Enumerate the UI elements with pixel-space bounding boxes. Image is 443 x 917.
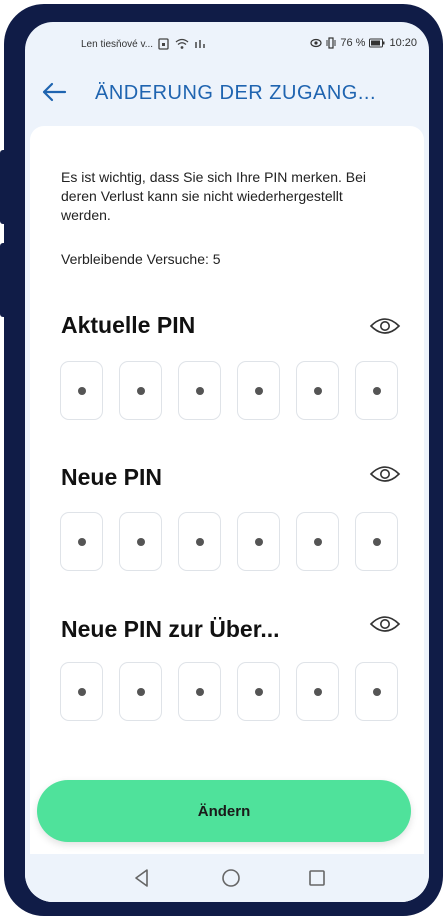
signal-icon: [195, 40, 205, 48]
pin-digit-box[interactable]: [60, 662, 103, 721]
current-pin-inputs: [60, 361, 398, 420]
change-button[interactable]: Ändern: [37, 780, 411, 842]
pin-digit-box[interactable]: [237, 512, 280, 571]
pin-digit-box[interactable]: [237, 361, 280, 420]
pin-dot: [136, 687, 145, 696]
remaining-attempts: Verbleibende Versuche: 5: [61, 251, 221, 267]
pin-dot: [195, 537, 204, 546]
phone-screen: Len tiesňové v... 76 % 10:20 ÄNDERUNG DE…: [25, 22, 429, 902]
pin-digit-box[interactable]: [119, 361, 162, 420]
nav-back-icon[interactable]: [130, 866, 154, 890]
eye-icon[interactable]: [369, 464, 401, 484]
eye-icon[interactable]: [369, 316, 401, 336]
pin-dot: [254, 687, 263, 696]
pin-dot: [313, 537, 322, 546]
pin-digit-box[interactable]: [178, 361, 221, 420]
battery-percent: 76 %: [340, 37, 366, 49]
pin-digit-box[interactable]: [296, 361, 339, 420]
pin-digit-box[interactable]: [60, 512, 103, 571]
status-bar: Len tiesňové v... 76 % 10:20: [25, 22, 429, 62]
nav-home-icon[interactable]: [219, 866, 243, 890]
pin-digit-box[interactable]: [119, 662, 162, 721]
pin-digit-box[interactable]: [355, 361, 398, 420]
nav-recents-icon[interactable]: [305, 866, 329, 890]
new-pin-inputs: [60, 512, 398, 571]
pin-dot: [77, 386, 86, 395]
pin-digit-box[interactable]: [178, 662, 221, 721]
app-bar: ÄNDERUNG DER ZUGANG...: [25, 70, 429, 116]
wifi-icon: [175, 38, 189, 49]
info-text: Es ist wichtig, dass Sie sich Ihre PIN m…: [61, 169, 366, 223]
pin-digit-box[interactable]: [178, 512, 221, 571]
pin-dot: [254, 386, 263, 395]
pin-dot: [77, 687, 86, 696]
pin-dot: [77, 537, 86, 546]
clock: 10:20: [389, 37, 417, 49]
new-pin-title: Neue PIN: [61, 464, 162, 490]
back-arrow-icon[interactable]: [41, 80, 67, 104]
side-button-upper: [0, 150, 12, 224]
eye-icon[interactable]: [369, 614, 401, 634]
pin-digit-box[interactable]: [237, 662, 280, 721]
confirm-pin-title: Neue PIN zur Über...: [61, 616, 280, 642]
vibrate-icon: [326, 37, 336, 49]
pin-dot: [372, 386, 381, 395]
pin-digit-box[interactable]: [296, 662, 339, 721]
system-nav-bar: [25, 854, 429, 902]
sim-icon: [158, 38, 169, 50]
battery-icon: [369, 38, 385, 48]
current-pin-title: Aktuelle PIN: [61, 312, 196, 338]
pin-dot: [313, 687, 322, 696]
pin-dot: [136, 386, 145, 395]
pin-dot: [136, 537, 145, 546]
page-title: ÄNDERUNG DER ZUGANG...: [95, 82, 377, 104]
side-button-lower: [0, 243, 12, 317]
pin-digit-box[interactable]: [355, 512, 398, 571]
pin-digit-box[interactable]: [119, 512, 162, 571]
pin-dot: [195, 386, 204, 395]
pin-dot: [372, 687, 381, 696]
confirm-pin-inputs: [60, 662, 398, 721]
eye-status-icon: [310, 38, 322, 48]
pin-dot: [254, 537, 263, 546]
pin-dot: [195, 687, 204, 696]
carrier-text: Len tiesňové v...: [81, 38, 154, 50]
pin-digit-box[interactable]: [60, 361, 103, 420]
pin-dot: [313, 386, 322, 395]
pin-digit-box[interactable]: [355, 662, 398, 721]
pin-digit-box[interactable]: [296, 512, 339, 571]
pin-dot: [372, 537, 381, 546]
